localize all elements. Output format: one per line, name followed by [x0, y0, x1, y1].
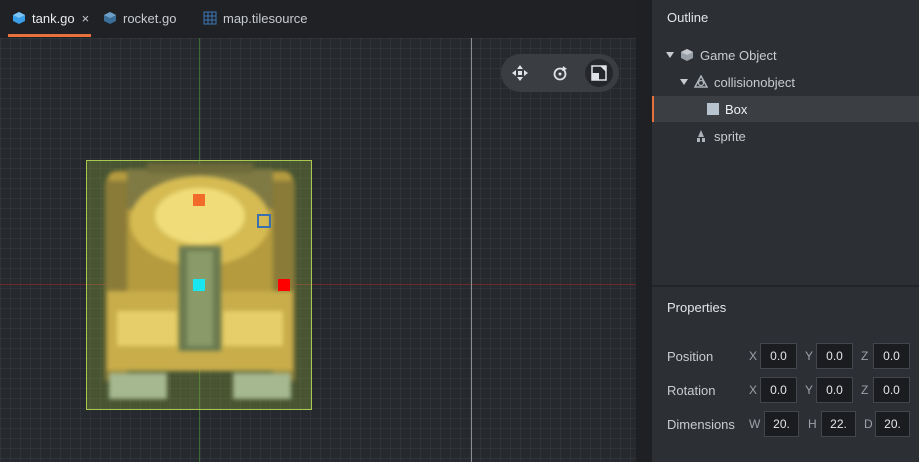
- tab-label: rocket.go: [123, 10, 177, 26]
- outline-item-game-object[interactable]: Game Object: [652, 42, 919, 68]
- scale-icon: [591, 65, 607, 81]
- outline-item-label: collisionobject: [714, 74, 795, 90]
- scene-view[interactable]: [0, 38, 636, 462]
- dimensions-d-field[interactable]: 20.: [875, 411, 910, 437]
- outline-item-label: sprite: [714, 128, 746, 144]
- dimensions-h-field[interactable]: 22.: [821, 411, 856, 437]
- close-icon[interactable]: ×: [82, 11, 90, 26]
- handle-right[interactable]: [278, 279, 290, 291]
- camera-bounds-line: [471, 38, 472, 462]
- rotation-z-field[interactable]: 0.0: [873, 377, 910, 403]
- move-tool-button[interactable]: [506, 59, 534, 87]
- cube-icon: [104, 12, 116, 24]
- manipulator-toolbar: [501, 54, 619, 92]
- properties-title: Properties: [667, 300, 727, 315]
- axis-label: X: [749, 383, 758, 397]
- collision-icon: [694, 75, 708, 88]
- rotation-y-field[interactable]: 0.0: [816, 377, 853, 403]
- position-z-field[interactable]: 0.0: [873, 343, 910, 369]
- tab-map-tilesource[interactable]: map.tilesource: [203, 0, 308, 36]
- axis-label: Y: [805, 383, 814, 397]
- dimensions-w-field[interactable]: 20.: [764, 411, 799, 437]
- grid-icon: [203, 11, 217, 25]
- expand-triangle-icon[interactable]: [680, 79, 688, 85]
- panel-divider: [652, 285, 919, 287]
- axis-label: Z: [861, 383, 869, 397]
- property-dimensions: Dimensions W 20. H 22. D 20.: [667, 411, 919, 437]
- tab-rocket-go[interactable]: rocket.go: [103, 0, 176, 36]
- outline-item-collisionobject[interactable]: collisionobject: [652, 69, 919, 95]
- right-panel: Outline Game Object collisionobject Box: [652, 0, 919, 462]
- position-y-field[interactable]: 0.0: [816, 343, 853, 369]
- tab-label: tank.go: [32, 10, 75, 26]
- axis-label: Z: [861, 349, 869, 363]
- panel-gap: [636, 0, 652, 462]
- outline-item-label: Box: [725, 101, 748, 117]
- axis-label: H: [808, 417, 817, 431]
- outline-item-label: Game Object: [700, 47, 777, 63]
- handle-center[interactable]: [193, 279, 205, 291]
- tab-bar: tank.go × rocket.go map.tilesource: [0, 0, 636, 38]
- expand-triangle-icon[interactable]: [666, 52, 674, 58]
- selection-indicator: [652, 96, 654, 122]
- tab-tank-go[interactable]: tank.go ×: [8, 0, 92, 37]
- property-rotation: Rotation X 0.0 Y 0.0 Z 0.0: [667, 377, 919, 403]
- property-label: Rotation: [667, 383, 716, 398]
- rotate-tool-button[interactable]: [546, 59, 574, 87]
- move-arrows-icon: [512, 65, 528, 81]
- axis-label: W: [749, 417, 761, 431]
- rotation-x-field[interactable]: 0.0: [760, 377, 797, 403]
- rotate-icon: [553, 66, 567, 81]
- property-label: Dimensions: [667, 417, 735, 432]
- active-tab-indicator: [8, 34, 92, 37]
- box-icon: [707, 103, 719, 115]
- scale-tool-button[interactable]: [585, 59, 613, 87]
- axis-label: Y: [805, 349, 814, 363]
- tab-label: map.tilesource: [223, 10, 308, 26]
- handle-top[interactable]: [193, 194, 205, 206]
- sprite-icon: [697, 130, 705, 142]
- handle-corner[interactable]: [257, 214, 271, 228]
- outline-title: Outline: [667, 10, 709, 25]
- axis-label: X: [749, 349, 758, 363]
- outline-item-sprite[interactable]: sprite: [652, 123, 919, 149]
- property-label: Position: [667, 349, 714, 364]
- cube-icon: [13, 12, 25, 24]
- property-position: Position X 0.0 Y 0.0 Z 0.0: [667, 343, 919, 369]
- position-x-field[interactable]: 0.0: [760, 343, 797, 369]
- outline-item-box[interactable]: Box: [652, 96, 919, 122]
- cube-icon: [681, 49, 693, 61]
- axis-label: D: [864, 417, 873, 431]
